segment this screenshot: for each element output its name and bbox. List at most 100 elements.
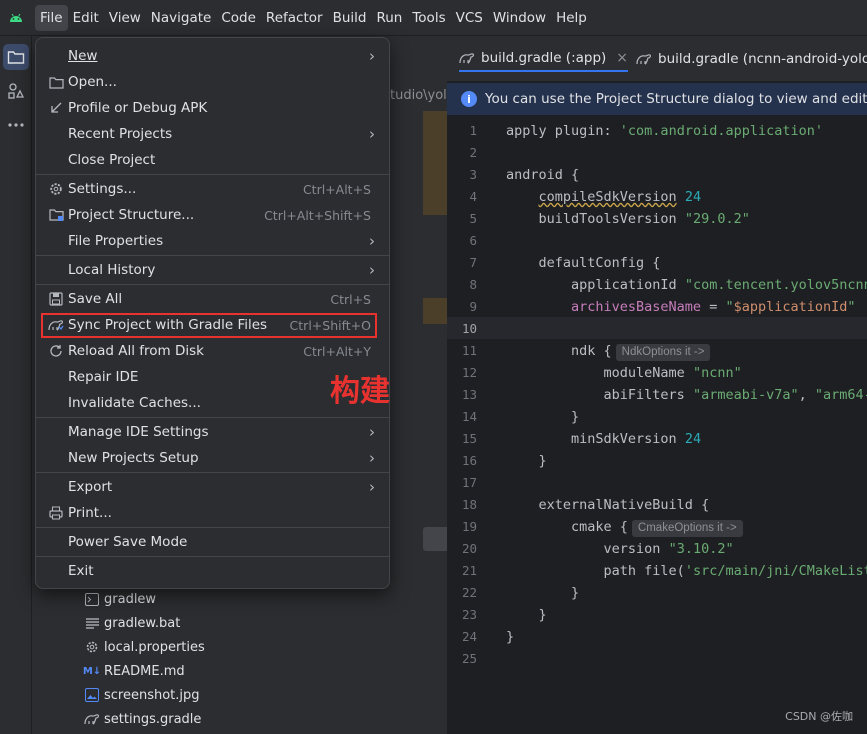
code-line: } [506,629,515,645]
resource-manager-icon[interactable] [3,78,29,104]
menu-item-close-project[interactable]: Close Project [36,147,389,173]
submenu-arrow-icon: › [369,423,375,441]
tree-file-label: settings.gradle [104,711,202,727]
menu-item-open[interactable]: Open... [36,69,389,95]
submenu-arrow-icon: › [369,261,375,279]
project-folder-icon[interactable] [3,44,29,70]
close-icon[interactable]: × [616,50,628,66]
menu-code[interactable]: Code [216,5,261,31]
code-line: compileSdkVersion 24 [538,189,702,205]
tree-file-gradlew-bat[interactable]: gradlew.bat [84,611,180,635]
menu-item-label: Save All [68,291,123,307]
menu-separator [36,255,389,256]
menu-item-reload-disk[interactable]: Reload All from Disk Ctrl+Alt+Y [36,338,389,364]
menu-item-project-structure[interactable]: Project Structure... Ctrl+Alt+Shift+S [36,202,389,228]
menu-item-label: New [68,48,98,64]
inlay-hint: CmakeOptions it -> [631,520,743,537]
folder-icon [48,74,64,90]
tree-file-settings-gradle[interactable]: settings.gradle [84,707,201,731]
build-annotation: 构建 [330,374,390,409]
code-line: version "3.10.2" [506,541,734,557]
code-line: moduleName "ncnn" [506,365,742,381]
menu-item-file-properties[interactable]: File Properties › [36,228,389,254]
banner-text: You can use the Project Structure dialog… [485,91,867,107]
line-number: 16 [461,453,477,468]
code-line: buildToolsVersion "29.0.2" [506,211,750,227]
info-banner: i You can use the Project Structure dial… [447,83,867,115]
menu-item-label: Close Project [68,152,156,168]
menu-help[interactable]: Help [551,5,592,31]
menu-item-power-save[interactable]: Power Save Mode [36,529,389,555]
menu-item-label: Settings... [68,181,137,197]
menu-edit[interactable]: Edit [68,5,104,31]
code-content[interactable]: apply plugin: 'com.android.application' … [506,120,867,670]
menu-item-print[interactable]: Print... [36,500,389,526]
code-line: path file('src/main/jni/CMakeList [506,563,867,579]
menu-item-local-history[interactable]: Local History › [36,257,389,283]
menu-item-new-projects-setup[interactable]: New Projects Setup › [36,445,389,471]
line-number: 15 [461,431,477,446]
menu-item-label: File Properties [68,233,164,249]
menu-separator [36,174,389,175]
line-number: 2 [469,145,477,160]
line-number: 7 [469,255,477,270]
menu-item-save-all[interactable]: Save All Ctrl+S [36,286,389,312]
shortcut-label: Ctrl+Alt+Shift+S [264,207,371,223]
more-tools-icon[interactable] [3,112,29,138]
menu-item-recent-projects[interactable]: Recent Projects › [36,121,389,147]
menu-item-new[interactable]: New › [36,43,389,69]
menu-item-label: Recent Projects [68,126,173,142]
menu-item-exit[interactable]: Exit [36,558,389,584]
menu-window[interactable]: Window [488,5,551,31]
menu-item-label: Project Structure... [68,207,195,223]
menu-run[interactable]: Run [371,5,407,31]
menu-file[interactable]: File [35,4,68,31]
code-line: applicationId "com.tencent.yolov5ncnn [506,277,867,293]
tree-file-label: gradlew.bat [104,615,181,631]
menu-separator [36,556,389,557]
tree-file-readme[interactable]: M↓ README.md [83,659,185,683]
menu-item-export[interactable]: Export › [36,474,389,500]
tab-label: build.gradle (:app) [481,50,607,66]
shortcut-label: Ctrl+Alt+Y [303,343,371,359]
menu-item-manage-ide-settings[interactable]: Manage IDE Settings › [36,419,389,445]
tree-file-gradlew[interactable]: gradlew [84,587,156,611]
menu-item-settings[interactable]: Settings... Ctrl+Alt+S [36,176,389,202]
menu-item-label: Invalidate Caches... [68,395,201,411]
tab-build-gradle-project[interactable]: build.gradle (ncnn-android-yolov5 [636,46,867,72]
menu-separator [36,472,389,473]
tree-file-label: screenshot.jpg [104,687,200,703]
menu-bar: File Edit View Navigate Code Refactor Bu… [0,0,867,36]
menu-refactor[interactable]: Refactor [261,5,328,31]
tree-file-label: gradlew [104,591,157,607]
editor-tabs: build.gradle (:app) × build.gradle (ncnn… [447,36,867,82]
submenu-arrow-icon: › [369,478,375,496]
menu-item-profile-debug-apk[interactable]: Profile or Debug APK [36,95,389,121]
save-icon [48,291,64,307]
inlay-hint: NdkOptions it -> [615,344,711,361]
tab-build-gradle-app[interactable]: build.gradle (:app) × [459,46,629,72]
gradle-icon [459,53,474,64]
line-number: 12 [461,365,477,380]
gradle-icon [636,54,651,65]
menu-vcs[interactable]: VCS [451,5,488,31]
menu-item-label: Print... [68,505,112,521]
tree-file-local-properties[interactable]: local.properties [84,635,205,659]
line-number: 1 [469,123,477,138]
project-structure-icon [48,207,64,223]
menu-item-label: Open... [68,74,117,90]
code-line: apply plugin: 'com.android.application' [506,123,823,139]
line-number: 9 [469,299,477,314]
sync-highlight-box [41,313,377,338]
menu-view[interactable]: View [104,5,146,31]
tree-file-screenshot[interactable]: screenshot.jpg [84,683,200,707]
menu-tools[interactable]: Tools [407,5,450,31]
menu-navigate[interactable]: Navigate [146,5,217,31]
code-line: } [506,453,547,469]
menu-item-label: Local History [68,262,156,278]
menu-build[interactable]: Build [328,5,372,31]
code-line: defaultConfig { [506,255,661,271]
